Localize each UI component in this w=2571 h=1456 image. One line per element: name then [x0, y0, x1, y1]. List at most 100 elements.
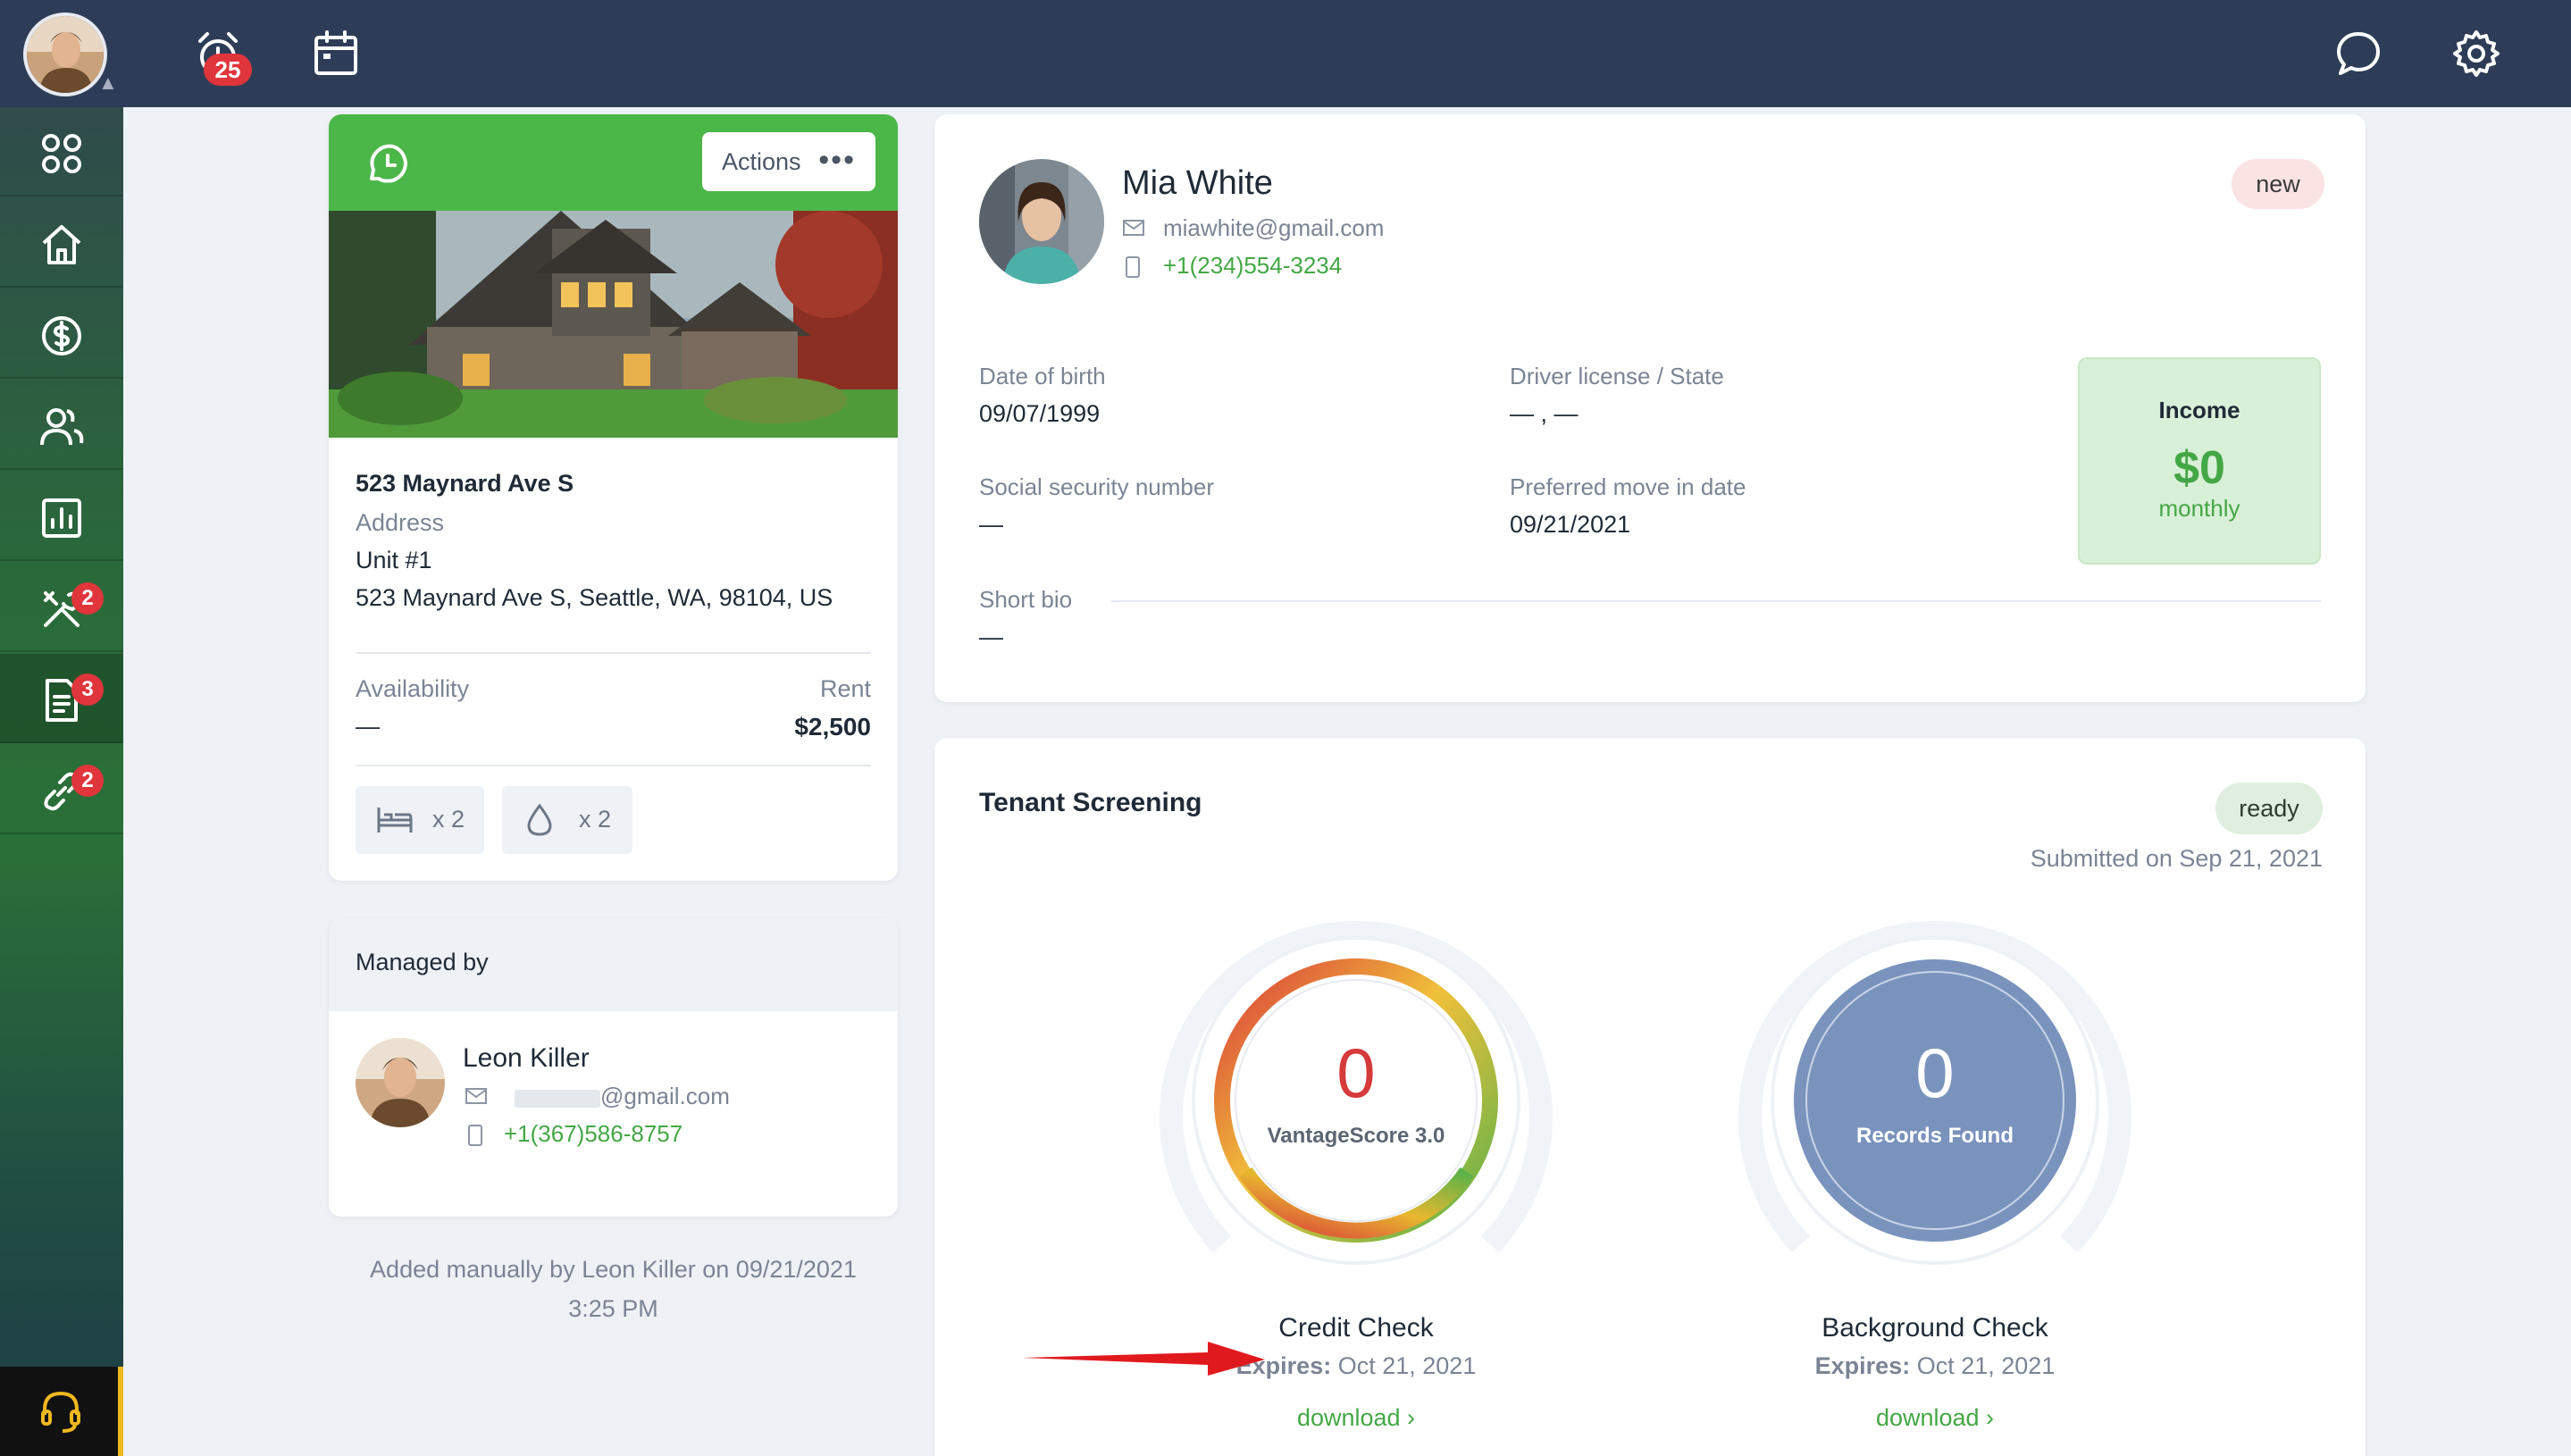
- bio-value: —: [979, 623, 1003, 650]
- rent-label: Rent: [819, 675, 871, 702]
- bedrooms-chip: x 2: [356, 786, 484, 854]
- background-expires-label: Expires:: [1814, 1352, 1911, 1379]
- tenant-name: Mia White: [1122, 164, 1273, 202]
- sidebar: 2 3 2: [0, 107, 123, 1456]
- sidebar-item-integrations[interactable]: 2: [0, 745, 123, 834]
- history-icon[interactable]: [364, 141, 409, 186]
- address-label: Address: [356, 509, 445, 536]
- screening-title: Tenant Screening: [979, 788, 1202, 817]
- people-icon: [40, 408, 84, 446]
- bio-divider: [1111, 600, 2321, 602]
- bed-icon: [377, 807, 413, 833]
- bio-label: Short bio: [979, 586, 1073, 613]
- sidebar-item-properties[interactable]: [0, 198, 123, 288]
- license-label: Driver license / State: [1510, 363, 1724, 389]
- dollar-icon: [42, 316, 81, 356]
- manager-phone[interactable]: +1(367)586-8757: [504, 1120, 683, 1148]
- full-address: 523 Maynard Ave S, Seattle, WA, 98104, U…: [356, 584, 833, 611]
- mail-icon: [465, 1088, 487, 1104]
- pin-icon: ▲: [98, 71, 118, 94]
- property-photo: [329, 211, 898, 438]
- status-badge: new: [2232, 159, 2324, 209]
- background-expires: Expires: Oct 21, 2021: [1738, 1352, 2131, 1380]
- support-button[interactable]: [0, 1367, 123, 1456]
- manager-avatar: [356, 1038, 445, 1127]
- mail-icon: [1123, 220, 1144, 236]
- home-icon: [42, 225, 81, 264]
- ssn-value: —: [979, 511, 1003, 538]
- actions-label: Actions: [722, 147, 801, 175]
- calendar-icon[interactable]: [307, 25, 364, 82]
- user-avatar[interactable]: [23, 13, 107, 96]
- availability-label: Availability: [356, 675, 470, 702]
- managed-by-header: Managed by: [329, 918, 898, 1011]
- gear-icon[interactable]: [2448, 25, 2505, 82]
- water-drop-icon: [527, 803, 552, 836]
- more-icon: •••: [818, 143, 856, 177]
- credit-score: 0: [1336, 1033, 1376, 1112]
- income-period: monthly: [2158, 495, 2240, 522]
- applications-badge: 3: [71, 674, 104, 706]
- credit-download-link[interactable]: download ›: [1160, 1404, 1553, 1432]
- added-note: Added manually by Leon Killer on 09/21/2…: [370, 1256, 857, 1283]
- phone-icon: [468, 1125, 482, 1146]
- sidebar-item-maintenance[interactable]: 2: [0, 563, 123, 652]
- ssn-label: Social security number: [979, 473, 1214, 500]
- availability-value: —: [356, 713, 380, 740]
- background-check-title: Background Check: [1821, 1313, 2048, 1343]
- bathrooms-count: x 2: [579, 806, 612, 833]
- unit-label: Unit #1: [356, 547, 432, 573]
- dob-value: 09/07/1999: [979, 400, 1101, 427]
- sidebar-item-dashboard[interactable]: [0, 107, 123, 197]
- sidebar-item-reports[interactable]: [0, 472, 123, 561]
- background-expires-date: Oct 21, 2021: [1916, 1352, 2056, 1379]
- sidebar-item-applications[interactable]: 3: [0, 654, 123, 743]
- bar-chart-icon: [42, 498, 81, 538]
- move-in-value: 09/21/2021: [1510, 511, 1631, 538]
- screening-status-badge: ready: [2215, 782, 2323, 834]
- move-in-label: Preferred move in date: [1510, 473, 1746, 500]
- chat-bubble-icon[interactable]: [2330, 25, 2387, 82]
- rent-value: $2,500: [794, 713, 871, 741]
- tenant-phone[interactable]: +1(234)554-3234: [1163, 252, 1342, 280]
- property-card-header: Actions •••: [329, 114, 898, 211]
- records-label: Records Found: [1855, 1124, 2014, 1148]
- income-box: Income $0 monthly: [2078, 357, 2321, 565]
- tenant-email[interactable]: miawhite@gmail.com: [1163, 214, 1384, 242]
- sidebar-item-people[interactable]: [0, 381, 123, 470]
- top-bar: ▲ 25: [0, 0, 2571, 107]
- dob-label: Date of birth: [979, 363, 1106, 389]
- redacted-email: [515, 1090, 600, 1108]
- notifications-badge: 25: [204, 54, 252, 86]
- records-count: 0: [1915, 1033, 1955, 1112]
- manager-email[interactable]: @gmail.com: [600, 1083, 730, 1110]
- income-value: $0: [2173, 442, 2225, 494]
- divider: [356, 765, 871, 766]
- manager-name: Leon Killer: [463, 1043, 590, 1073]
- tenant-avatar: [979, 159, 1104, 284]
- managed-by-heading: Managed by: [356, 949, 489, 975]
- maintenance-badge: 2: [71, 582, 104, 615]
- bedrooms-count: x 2: [432, 806, 465, 833]
- background-download-link[interactable]: download ›: [1738, 1404, 2131, 1432]
- phone-icon: [1126, 256, 1140, 278]
- credit-score-label: VantageScore 3.0: [1267, 1124, 1445, 1148]
- grid-icon: [42, 134, 81, 173]
- property-title: 523 Maynard Ave S: [356, 470, 574, 497]
- added-note-time: 3:25 PM: [568, 1295, 658, 1322]
- license-value: — , —: [1510, 400, 1579, 427]
- tenant-screening-card: Tenant Screening ready Submitted on Sep …: [934, 738, 2366, 1456]
- arrow-annotation-icon: [1022, 1342, 1265, 1376]
- divider: [356, 652, 871, 654]
- bathrooms-chip: x 2: [502, 786, 632, 854]
- actions-button[interactable]: Actions •••: [702, 132, 875, 191]
- integrations-badge: 2: [71, 765, 104, 797]
- sidebar-item-payments[interactable]: [0, 289, 123, 379]
- property-card: Actions ••• 523 Maynard Ave S Address Un…: [329, 114, 898, 881]
- tenant-profile-card: Mia White miawhite@gmail.com +1(234)554-…: [934, 114, 2366, 702]
- managed-by-card: Managed by Leon Killer @gmail.com +1(367…: [329, 918, 898, 1217]
- headset-icon: [41, 1391, 80, 1433]
- credit-expires-date: Oct 21, 2021: [1337, 1352, 1477, 1379]
- income-label: Income: [2158, 397, 2240, 423]
- submitted-date: Submitted on Sep 21, 2021: [2030, 845, 2323, 872]
